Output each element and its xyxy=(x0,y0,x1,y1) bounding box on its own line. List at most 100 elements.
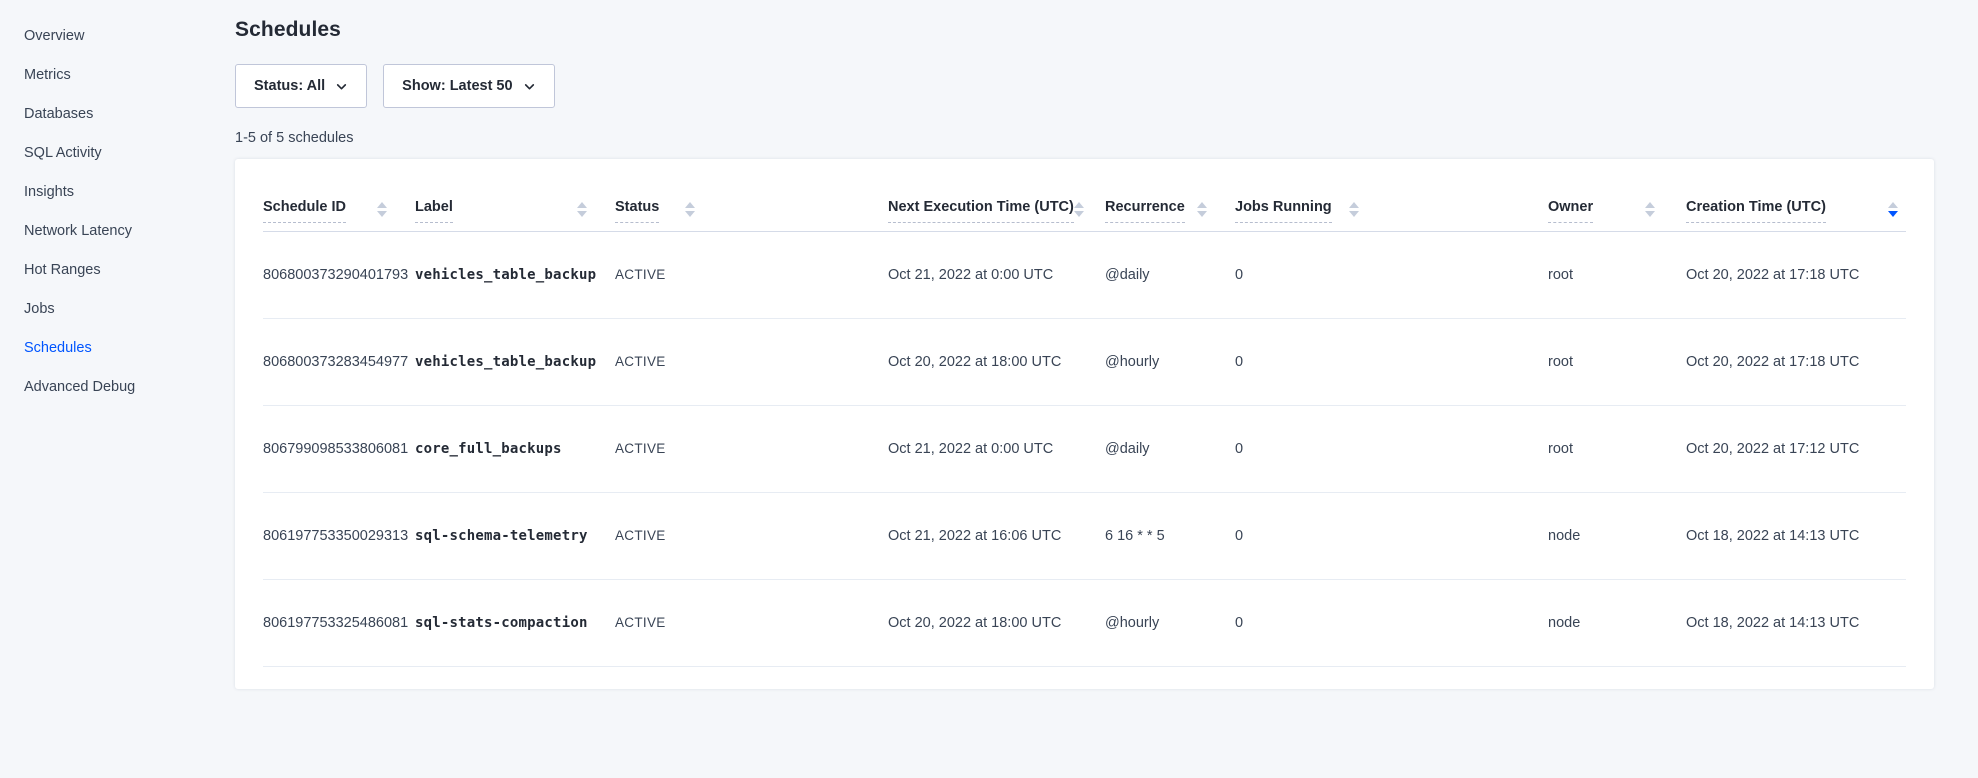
cell-label: sql-stats-compaction xyxy=(415,579,615,666)
table-row: 806197753325486081sql-stats-compactionAC… xyxy=(263,579,1906,666)
sort-up-icon xyxy=(1349,202,1359,208)
sidebar-item-schedules[interactable]: Schedules xyxy=(0,340,186,356)
sort-up-icon xyxy=(1074,202,1084,208)
schedules-table-card: Schedule ID Label Status Next Execution Tim… xyxy=(235,159,1934,689)
cell-owner: root xyxy=(1548,405,1686,492)
sidebar-item-hot-ranges[interactable]: Hot Ranges xyxy=(0,262,186,278)
sort-icon[interactable] xyxy=(1349,199,1359,217)
sort-down-icon xyxy=(1888,211,1898,217)
sort-icon[interactable] xyxy=(1645,199,1655,217)
cell-creation-time: Oct 20, 2022 at 17:18 UTC xyxy=(1686,231,1906,318)
cell-recurrence: @daily xyxy=(1105,405,1235,492)
column-title: Creation Time (UTC) xyxy=(1686,199,1826,223)
sort-icon[interactable] xyxy=(577,199,587,217)
filter-bar: Status: All Show: Latest 50 xyxy=(235,64,1934,108)
column-title: Next Execution Time (UTC) xyxy=(888,199,1074,223)
sort-icon[interactable] xyxy=(1197,199,1207,217)
sort-icon[interactable] xyxy=(1888,199,1898,217)
sort-down-icon xyxy=(1645,211,1655,217)
cell-schedule-id: 806800373290401793 xyxy=(263,231,415,318)
sidebar-item-overview[interactable]: Overview xyxy=(0,28,186,44)
cell-schedule-id: 806799098533806081 xyxy=(263,405,415,492)
status-filter-label: Status: All xyxy=(254,78,325,94)
sort-icon[interactable] xyxy=(685,199,695,217)
table-body: 806800373290401793vehicles_table_backupA… xyxy=(263,231,1906,666)
cell-label: vehicles_table_backup xyxy=(415,231,615,318)
main-content: Schedules Status: All Show: Latest 50 1-… xyxy=(186,0,1934,778)
cell-owner: root xyxy=(1548,318,1686,405)
column-title: Label xyxy=(415,199,453,223)
cell-creation-time: Oct 18, 2022 at 14:13 UTC xyxy=(1686,579,1906,666)
cell-label: sql-schema-telemetry xyxy=(415,492,615,579)
cell-schedule-id: 806197753325486081 xyxy=(263,579,415,666)
app-window: Overview Metrics Databases SQL Activity Insi… xyxy=(0,0,1978,778)
cell-jobs-running: 0 xyxy=(1235,318,1548,405)
column-title: Schedule ID xyxy=(263,199,346,223)
sidebar-item-advanced-debug[interactable]: Advanced Debug xyxy=(0,379,186,395)
column-header-owner[interactable]: Owner xyxy=(1548,159,1686,231)
column-header-jobs-running[interactable]: Jobs Running xyxy=(1235,159,1548,231)
cell-recurrence: @hourly xyxy=(1105,579,1235,666)
page-title: Schedules xyxy=(235,18,1934,42)
column-header-status[interactable]: Status xyxy=(615,159,888,231)
cell-owner: node xyxy=(1548,579,1686,666)
sidebar: Overview Metrics Databases SQL Activity Insi… xyxy=(0,0,186,778)
column-title: Status xyxy=(615,199,659,223)
cell-next-execution: Oct 20, 2022 at 18:00 UTC xyxy=(888,318,1105,405)
column-header-next-execution-time-utc[interactable]: Next Execution Time (UTC) xyxy=(888,159,1105,231)
cell-recurrence: 6 16 * * 5 xyxy=(1105,492,1235,579)
sort-up-icon xyxy=(685,202,695,208)
sort-up-icon xyxy=(1645,202,1655,208)
cell-jobs-running: 0 xyxy=(1235,231,1548,318)
cell-recurrence: @daily xyxy=(1105,231,1235,318)
column-header-schedule-id[interactable]: Schedule ID xyxy=(263,159,415,231)
column-header-recurrence[interactable]: Recurrence xyxy=(1105,159,1235,231)
chevron-down-icon xyxy=(523,80,536,93)
table-row: 806197753350029313sql-schema-telemetryAC… xyxy=(263,492,1906,579)
schedules-table: Schedule ID Label Status Next Execution Tim… xyxy=(263,159,1906,667)
cell-status: ACTIVE xyxy=(615,231,888,318)
column-title: Owner xyxy=(1548,199,1593,223)
cell-jobs-running: 0 xyxy=(1235,579,1548,666)
sort-up-icon xyxy=(1197,202,1207,208)
cell-next-execution: Oct 21, 2022 at 0:00 UTC xyxy=(888,231,1105,318)
column-title: Recurrence xyxy=(1105,199,1185,223)
table-row: 806800373290401793vehicles_table_backupA… xyxy=(263,231,1906,318)
status-filter-dropdown[interactable]: Status: All xyxy=(235,64,367,108)
cell-label: core_full_backups xyxy=(415,405,615,492)
sidebar-item-sql-activity[interactable]: SQL Activity xyxy=(0,145,186,161)
cell-next-execution: Oct 21, 2022 at 16:06 UTC xyxy=(888,492,1105,579)
show-filter-dropdown[interactable]: Show: Latest 50 xyxy=(383,64,554,108)
sidebar-item-network-latency[interactable]: Network Latency xyxy=(0,223,186,239)
cell-owner: root xyxy=(1548,231,1686,318)
column-header-label[interactable]: Label xyxy=(415,159,615,231)
sidebar-item-jobs[interactable]: Jobs xyxy=(0,301,186,317)
sort-up-icon xyxy=(377,202,387,208)
chevron-down-icon xyxy=(335,80,348,93)
table-row: 806800373283454977vehicles_table_backupA… xyxy=(263,318,1906,405)
sidebar-item-databases[interactable]: Databases xyxy=(0,106,186,122)
sort-down-icon xyxy=(377,211,387,217)
sidebar-item-insights[interactable]: Insights xyxy=(0,184,186,200)
cell-status: ACTIVE xyxy=(615,405,888,492)
sort-icon[interactable] xyxy=(1074,199,1084,217)
show-filter-label: Show: Latest 50 xyxy=(402,78,512,94)
cell-next-execution: Oct 20, 2022 at 18:00 UTC xyxy=(888,579,1105,666)
column-title: Jobs Running xyxy=(1235,199,1332,223)
cell-status: ACTIVE xyxy=(615,579,888,666)
column-header-creation-time-utc[interactable]: Creation Time (UTC) xyxy=(1686,159,1906,231)
sort-icon[interactable] xyxy=(377,199,387,217)
table-row: 806799098533806081core_full_backupsACTIV… xyxy=(263,405,1906,492)
sort-up-icon xyxy=(1888,202,1898,208)
sort-down-icon xyxy=(1074,211,1084,217)
sort-down-icon xyxy=(1197,211,1207,217)
cell-schedule-id: 806800373283454977 xyxy=(263,318,415,405)
cell-next-execution: Oct 21, 2022 at 0:00 UTC xyxy=(888,405,1105,492)
cell-jobs-running: 0 xyxy=(1235,405,1548,492)
cell-owner: node xyxy=(1548,492,1686,579)
sidebar-item-metrics[interactable]: Metrics xyxy=(0,67,186,83)
sort-down-icon xyxy=(685,211,695,217)
sidebar-nav-list: Overview Metrics Databases SQL Activity Insi… xyxy=(0,28,186,395)
cell-creation-time: Oct 18, 2022 at 14:13 UTC xyxy=(1686,492,1906,579)
cell-status: ACTIVE xyxy=(615,318,888,405)
